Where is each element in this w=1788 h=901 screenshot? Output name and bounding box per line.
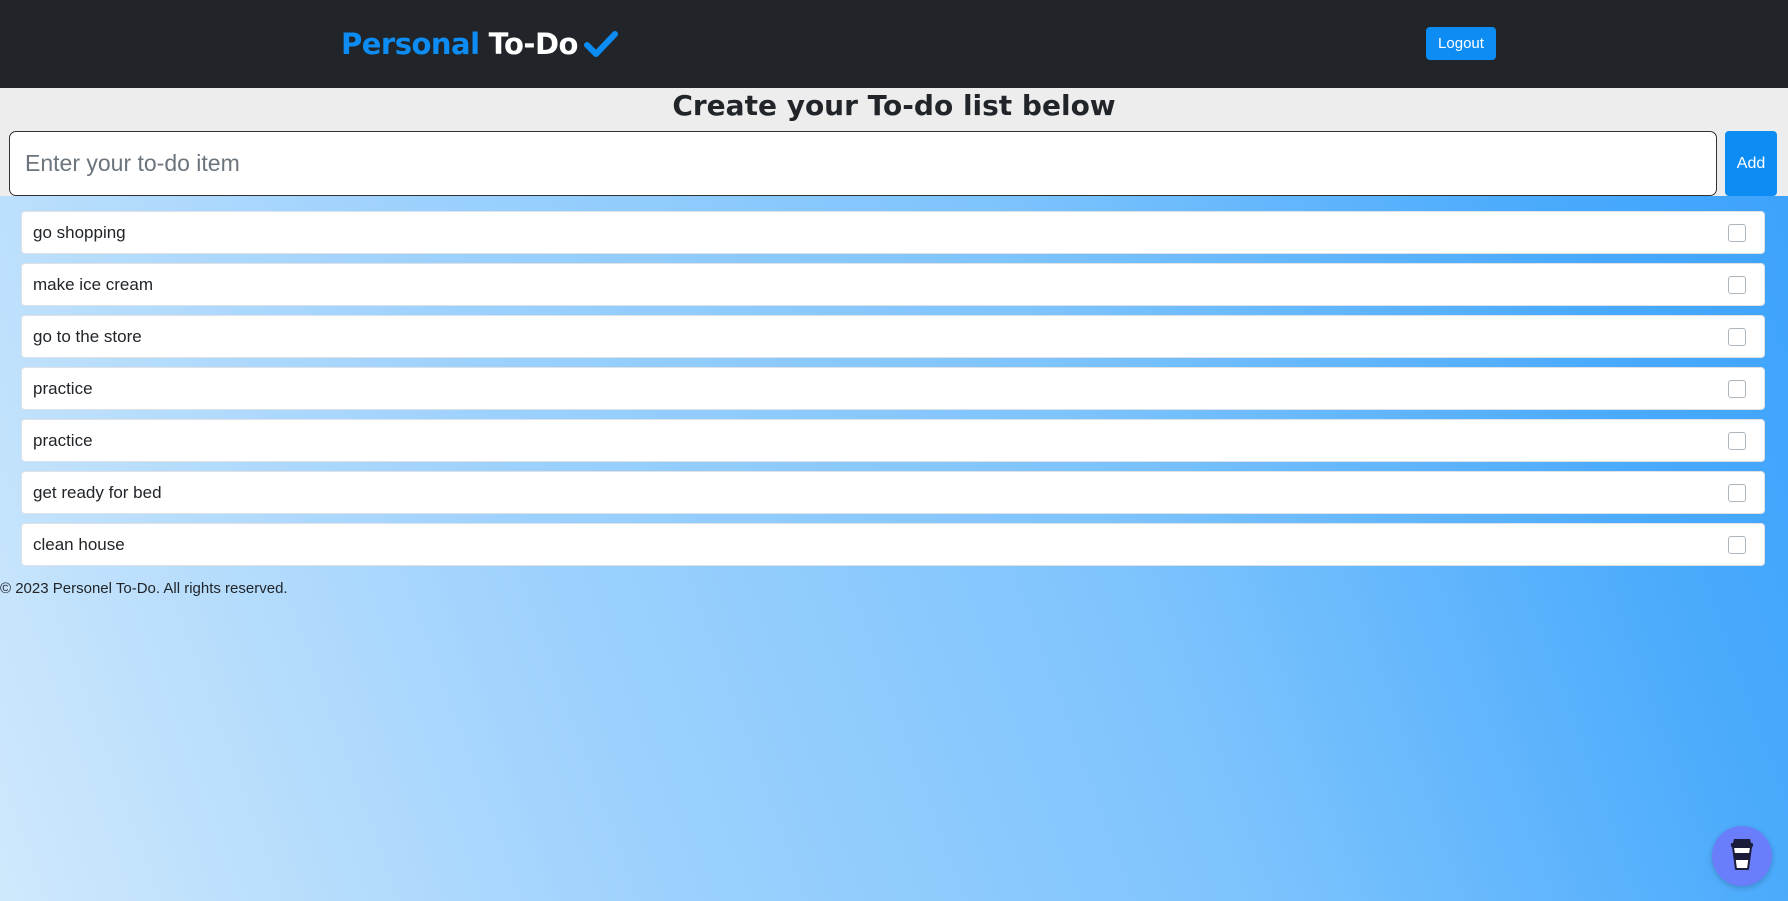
navbar: Personal To-Do Logout	[0, 0, 1788, 88]
todo-item: practice	[21, 419, 1765, 462]
todo-item: get ready for bed	[21, 471, 1765, 514]
add-button[interactable]: Add	[1725, 131, 1777, 196]
todo-item-text: go to the store	[33, 326, 142, 346]
todo-item: make ice cream	[21, 263, 1765, 306]
coffee-button[interactable]	[1712, 826, 1772, 886]
todo-item-checkbox[interactable]	[1728, 379, 1746, 398]
todo-item-checkbox[interactable]	[1728, 431, 1746, 450]
logout-button[interactable]: Logout	[1426, 27, 1496, 60]
brand-personal: Personal	[341, 27, 480, 61]
todo-item: clean house	[21, 523, 1765, 566]
todo-item-text: go shopping	[33, 222, 126, 242]
todo-item: go shopping	[21, 211, 1765, 254]
todo-item-checkbox[interactable]	[1728, 327, 1746, 346]
todo-item-text: make ice cream	[33, 274, 153, 294]
todo-input[interactable]	[9, 131, 1717, 196]
todo-item-text: clean house	[33, 534, 125, 554]
brand-todo: To-Do	[488, 27, 579, 61]
page-title: Create your To-do list below	[672, 89, 1116, 122]
todo-item-checkbox[interactable]	[1728, 483, 1746, 502]
todo-item-text: practice	[33, 378, 93, 398]
checkmark-icon	[583, 29, 618, 59]
todo-item-checkbox[interactable]	[1728, 275, 1746, 294]
coffee-cup-icon	[1727, 836, 1757, 877]
todo-item: go to the store	[21, 315, 1765, 358]
todo-item-text: practice	[33, 430, 93, 450]
todo-item: practice	[21, 367, 1765, 410]
todo-item-checkbox[interactable]	[1728, 223, 1746, 242]
todo-list: go shopping make ice cream go to the store…	[21, 211, 1765, 575]
todo-item-text: get ready for bed	[33, 482, 162, 502]
brand-logo[interactable]: Personal To-Do	[341, 22, 618, 66]
footer-copyright: © 2023 Personel To-Do. All rights reserv…	[0, 580, 288, 597]
todo-item-checkbox[interactable]	[1728, 535, 1746, 554]
